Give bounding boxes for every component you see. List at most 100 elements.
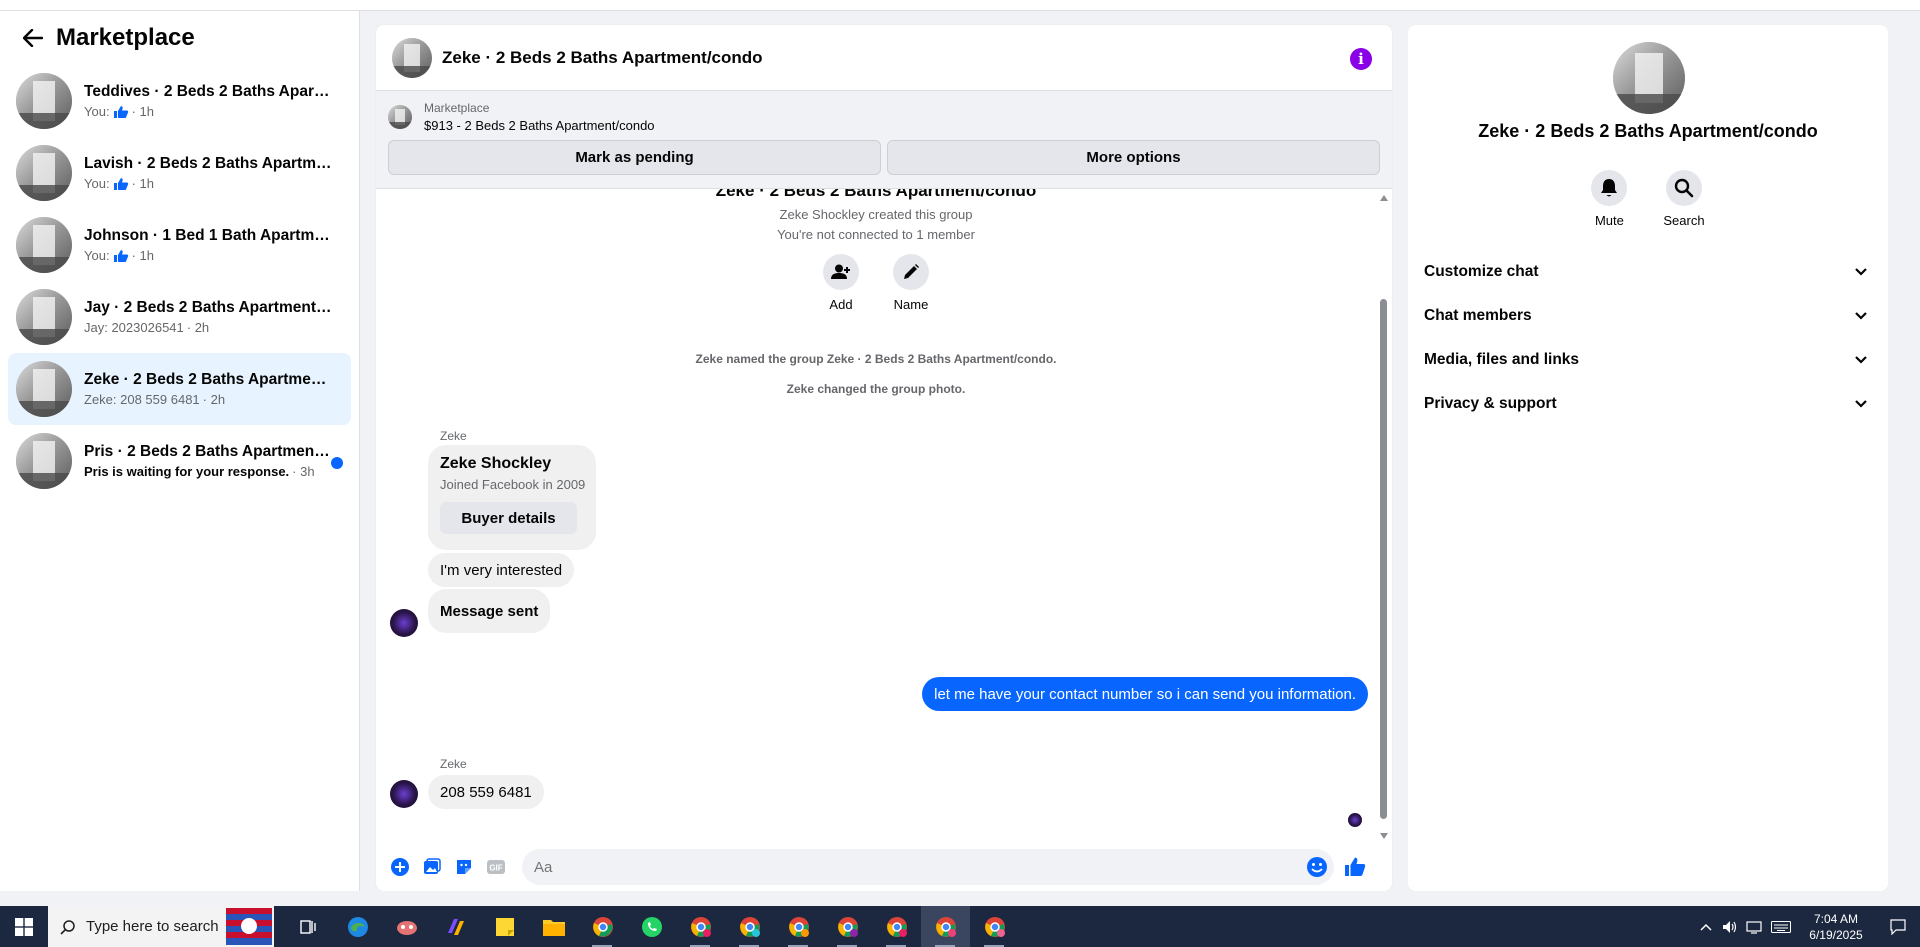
sidebar-header: Marketplace bbox=[0, 11, 359, 65]
details-sections: Customize chat Chat members Media, files… bbox=[1416, 250, 1880, 426]
conversation-name: Lavish · 2 Beds 2 Baths Apartment... bbox=[84, 155, 334, 172]
conversation-item[interactable]: Lavish · 2 Beds 2 Baths Apartment... You… bbox=[8, 137, 351, 209]
taskbar-clock[interactable]: 7:04 AM 6/19/2025 bbox=[1796, 911, 1876, 943]
section-customize-chat[interactable]: Customize chat bbox=[1416, 250, 1880, 294]
gif-icon[interactable]: GIF bbox=[485, 856, 507, 878]
info-icon[interactable]: i bbox=[1350, 48, 1372, 70]
task-view-icon[interactable] bbox=[284, 906, 333, 947]
chevron-up-icon[interactable] bbox=[1694, 906, 1718, 947]
mark-as-pending-button[interactable]: Mark as pending bbox=[388, 140, 881, 175]
message-input[interactable] bbox=[534, 858, 1294, 876]
chrome-profile-icon[interactable] bbox=[774, 906, 823, 947]
file-explorer-icon[interactable] bbox=[529, 906, 578, 947]
sidebar-title: Marketplace bbox=[56, 24, 195, 51]
chat-header: Zeke · 2 Beds 2 Baths Apartment/condo i bbox=[376, 25, 1392, 91]
emoji-icon[interactable] bbox=[1306, 856, 1328, 883]
message-composer: GIF bbox=[376, 843, 1392, 891]
buyer-details-button[interactable]: Buyer details bbox=[440, 502, 577, 534]
plus-icon[interactable] bbox=[389, 856, 411, 878]
clock-date: 6/19/2025 bbox=[1809, 927, 1863, 942]
group-avatar[interactable] bbox=[1613, 42, 1685, 114]
add-member-button[interactable]: Add bbox=[823, 254, 859, 312]
scrollbar-thumb[interactable] bbox=[1380, 299, 1387, 819]
back-arrow-icon[interactable] bbox=[18, 23, 48, 53]
listing-description[interactable]: $913 - 2 Beds 2 Baths Apartment/condo bbox=[424, 118, 655, 133]
chrome-icon[interactable] bbox=[578, 906, 627, 947]
like-icon bbox=[113, 105, 128, 118]
listing-thumbnail[interactable] bbox=[388, 105, 412, 129]
add-label: Add bbox=[829, 297, 853, 312]
search-label: Search bbox=[1663, 213, 1705, 228]
group-actions: Add Name bbox=[376, 254, 1376, 312]
conversation-preview: You: · 1h bbox=[84, 104, 154, 119]
sticky-notes-icon[interactable] bbox=[480, 906, 529, 947]
chrome-profile-icon[interactable] bbox=[970, 906, 1019, 947]
details-actions: Mute Search bbox=[1408, 170, 1888, 228]
read-receipt-avatar bbox=[1348, 813, 1362, 827]
taskbar-search-placeholder: Type here to search bbox=[86, 918, 219, 935]
search-icon bbox=[1674, 178, 1694, 198]
chat-avatar[interactable] bbox=[392, 37, 432, 78]
marketplace-label: Marketplace bbox=[424, 101, 490, 115]
listing-thumbnail bbox=[16, 217, 72, 273]
chevron-down-icon bbox=[1855, 312, 1867, 320]
keyboard-icon[interactable] bbox=[1766, 906, 1796, 947]
conversation-item[interactable]: Johnson · 1 Bed 1 Bath Apartment/... You… bbox=[8, 209, 351, 281]
network-icon[interactable] bbox=[1742, 906, 1766, 947]
edge-icon[interactable] bbox=[333, 906, 382, 947]
chrome-profile-icon-active[interactable] bbox=[921, 906, 970, 947]
message-sender: Zeke bbox=[440, 429, 467, 443]
chrome-profile-icon[interactable] bbox=[725, 906, 774, 947]
conversation-item-active[interactable]: Zeke · 2 Beds 2 Baths Apartment/c... Zek… bbox=[8, 353, 351, 425]
group-created-text: Zeke Shockley created this group bbox=[779, 207, 973, 222]
sticker-icon[interactable] bbox=[453, 856, 475, 878]
message-list[interactable]: Zeke · 2 Beds 2 Baths Apartment/condo Ze… bbox=[376, 189, 1392, 843]
conversation-name: Jay · 2 Beds 2 Baths Apartment/co... bbox=[84, 299, 334, 316]
svg-text:GIF: GIF bbox=[489, 864, 502, 873]
conversation-item[interactable]: Jay · 2 Beds 2 Baths Apartment/co... Jay… bbox=[8, 281, 351, 353]
listing-thumbnail bbox=[16, 73, 72, 129]
conversation-item[interactable]: Pris · 2 Beds 2 Baths Apartment/... Pris… bbox=[8, 425, 351, 497]
section-media-files-links[interactable]: Media, files and links bbox=[1416, 338, 1880, 382]
search-icon bbox=[60, 919, 75, 935]
taskbar-search-box[interactable]: Type here to search bbox=[48, 906, 274, 947]
conversation-sidebar: Marketplace Teddives · 2 Beds 2 Baths Ap… bbox=[0, 11, 360, 906]
chrome-profile-icon[interactable] bbox=[823, 906, 872, 947]
game-app-icon[interactable] bbox=[382, 906, 431, 947]
buyer-joined: Joined Facebook in 2009 bbox=[440, 477, 586, 492]
section-privacy-support[interactable]: Privacy & support bbox=[1416, 382, 1880, 426]
group-connection-text: You're not connected to 1 member bbox=[777, 227, 975, 242]
chat-title[interactable]: Zeke · 2 Beds 2 Baths Apartment/condo bbox=[442, 48, 763, 68]
message-bubble[interactable]: I'm very interested bbox=[428, 553, 575, 587]
message-bubble[interactable]: 208 559 6481 bbox=[428, 775, 544, 809]
like-send-icon[interactable] bbox=[1344, 856, 1366, 878]
name-group-button[interactable]: Name bbox=[893, 254, 929, 312]
conversation-preview: You: · 1h bbox=[84, 248, 154, 263]
whatsapp-icon[interactable] bbox=[627, 906, 676, 947]
message-bubble[interactable]: Message sent bbox=[428, 589, 551, 633]
message-input-wrapper bbox=[522, 849, 1334, 885]
conversation-name: Zeke · 2 Beds 2 Baths Apartment/c... bbox=[84, 371, 334, 388]
photo-icon[interactable] bbox=[421, 856, 443, 878]
like-icon bbox=[113, 177, 128, 190]
mute-button[interactable]: Mute bbox=[1591, 170, 1628, 228]
scroll-down-arrow[interactable] bbox=[1380, 833, 1388, 839]
outgoing-message-bubble[interactable]: let me have your contact number so i can… bbox=[922, 677, 1368, 711]
scroll-up-arrow[interactable] bbox=[1380, 195, 1388, 201]
conversation-item[interactable]: Teddives · 2 Beds 2 Baths Apartme... You… bbox=[8, 65, 351, 137]
conversation-preview: Zeke: 208 559 6481 · 2h bbox=[84, 392, 226, 407]
chrome-profile-icon[interactable] bbox=[676, 906, 725, 947]
notification-icon[interactable] bbox=[1876, 906, 1920, 947]
search-in-chat-button[interactable]: Search bbox=[1663, 170, 1705, 228]
listing-thumbnail bbox=[16, 361, 72, 417]
like-icon bbox=[113, 249, 128, 262]
copilot-icon[interactable] bbox=[431, 906, 480, 947]
windows-start-icon[interactable] bbox=[0, 906, 48, 947]
more-options-button[interactable]: More options bbox=[887, 140, 1380, 175]
volume-icon[interactable] bbox=[1718, 906, 1742, 947]
sender-avatar[interactable] bbox=[390, 780, 418, 808]
section-chat-members[interactable]: Chat members bbox=[1416, 294, 1880, 338]
sender-avatar[interactable] bbox=[390, 609, 418, 637]
conversation-preview: You: · 1h bbox=[84, 176, 154, 191]
chrome-profile-icon[interactable] bbox=[872, 906, 921, 947]
